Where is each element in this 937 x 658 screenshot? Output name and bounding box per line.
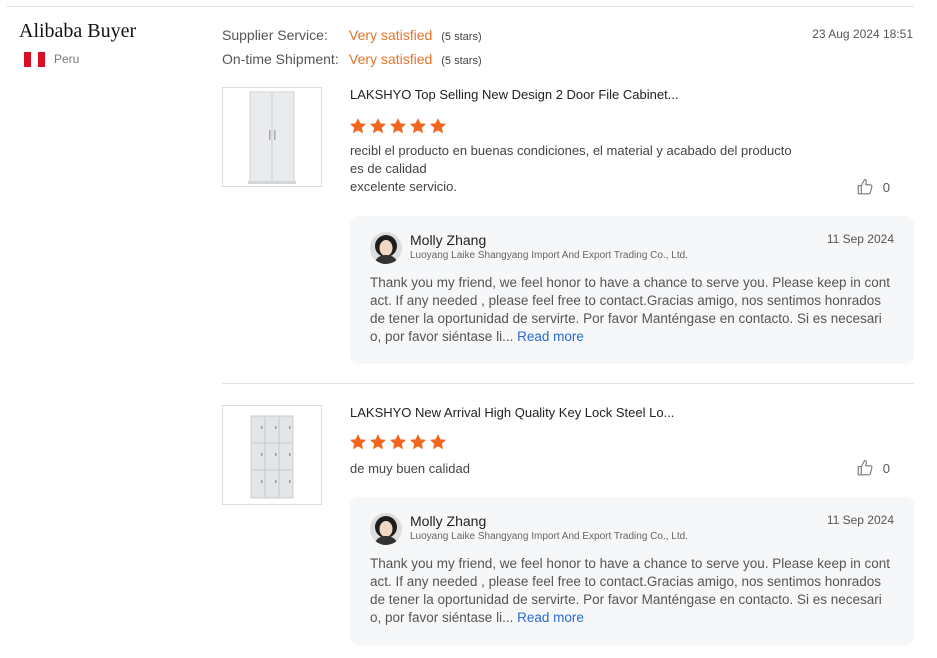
star-icon [389,434,407,450]
reply-date: 11 Sep 2024 [826,513,894,527]
read-more-link[interactable]: Read more [517,610,584,625]
reply-text: Thank you my friend, we feel honor to ha… [370,556,891,625]
reply-company: Luoyang Laike Shangyang Import And Expor… [410,531,688,542]
star-icon [389,118,407,134]
product-title-link[interactable]: LAKSHYO New Arrival High Quality Key Loc… [350,405,674,420]
rating-stars-text: (5 stars) [441,31,482,43]
reply-author-name: Molly Zhang [410,513,487,529]
review-divider [222,383,914,384]
like-button[interactable]: 0 [856,178,890,196]
like-count: 0 [882,460,890,476]
product-rating-stars [349,433,447,451]
star-icon [369,118,387,134]
reply-text: Thank you my friend, we feel honor to ha… [370,275,891,344]
review-item: LAKSHYO New Arrival High Quality Key Loc… [222,405,914,645]
supplier-reply: Molly Zhang Luoyang Laike Shangyang Impo… [350,497,914,645]
thumbs-up-icon [857,459,873,476]
locker-image [250,415,294,499]
review-date: 23 Aug 2024 18:51 [812,27,913,41]
star-icon [349,434,367,450]
rating-value: Very satisfied [349,51,433,67]
product-title-link[interactable]: LAKSHYO Top Selling New Design 2 Door Fi… [350,87,679,102]
star-icon [349,118,367,134]
star-icon [409,118,427,134]
avatar [370,513,402,545]
star-icon [429,118,447,134]
star-icon [429,434,447,450]
read-more-link[interactable]: Read more [517,329,584,344]
star-icon [369,434,387,450]
product-rating-stars [349,117,447,135]
rating-label: Supplier Service: [222,27,328,43]
supplier-service-rating: Supplier Service: Very satisfied (5 star… [222,27,482,43]
review-comment: recibl el producto en buenas condiciones… [350,143,792,194]
buyer-country: Peru [54,52,80,66]
star-icon [409,434,427,450]
product-thumbnail[interactable] [222,405,322,505]
product-thumbnail[interactable] [222,87,322,187]
top-divider [7,6,914,7]
reply-text-block: Thank you my friend, we feel honor to ha… [370,274,892,346]
reply-company: Luoyang Laike Shangyang Import And Expor… [410,250,688,261]
rating-value: Very satisfied [349,27,433,43]
reply-text-block: Thank you my friend, we feel honor to ha… [370,555,892,627]
supplier-reply: Molly Zhang Luoyang Laike Shangyang Impo… [350,216,914,364]
rating-stars-text: (5 stars) [441,55,482,67]
like-button[interactable]: 0 [856,459,890,477]
thumbs-up-icon [857,178,873,195]
reply-date: 11 Sep 2024 [826,232,894,246]
file-cabinet-image [248,91,296,184]
buyer-name: Alibaba Buyer [19,20,137,42]
review-comment: de muy buen calidad [350,461,470,476]
peru-flag-icon [24,52,45,67]
on-time-shipment-rating: On-time Shipment: Very satisfied (5 star… [222,51,482,67]
avatar [370,232,402,264]
review-item: LAKSHYO Top Selling New Design 2 Door Fi… [222,87,914,364]
rating-label: On-time Shipment: [222,51,339,67]
like-count: 0 [882,179,890,195]
reply-author-name: Molly Zhang [410,232,487,248]
